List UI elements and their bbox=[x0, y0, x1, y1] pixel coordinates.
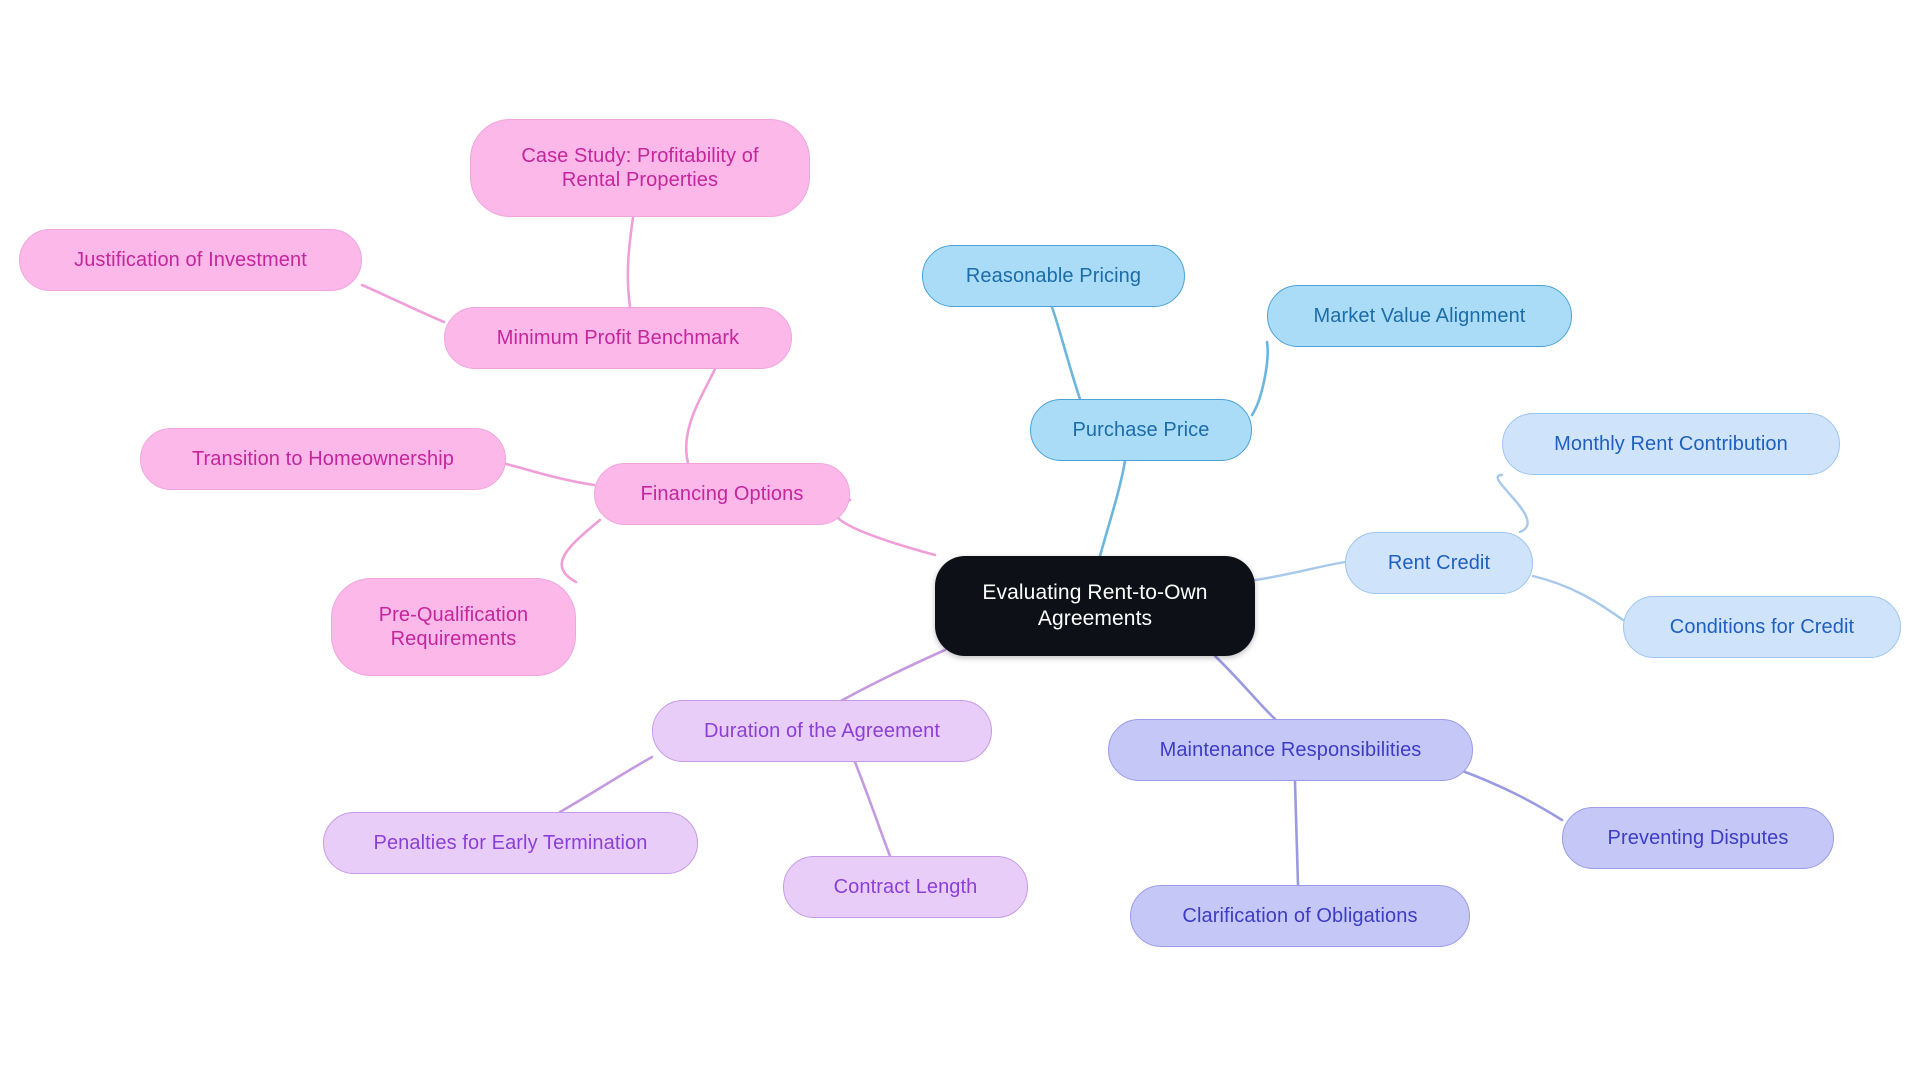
mindmap-node-preventing-disputes[interactable]: Preventing Disputes bbox=[1562, 807, 1834, 869]
mindmap-edge bbox=[504, 462, 596, 487]
mindmap-node-case-study-profitability[interactable]: Case Study: Profitability of Rental Prop… bbox=[470, 119, 810, 217]
mindmap-edge bbox=[1458, 768, 1564, 822]
mindmap-edge bbox=[360, 283, 446, 324]
mindmap-node-label: Reasonable Pricing bbox=[965, 264, 1142, 287]
mindmap-edge bbox=[853, 760, 892, 858]
mindmap-edge bbox=[1250, 340, 1269, 417]
mindmap-node-conditions-for-credit[interactable]: Conditions for Credit bbox=[1623, 596, 1901, 658]
mindmap-edge bbox=[1496, 473, 1529, 534]
mindmap-node-rent-credit[interactable]: Rent Credit bbox=[1345, 532, 1533, 594]
mindmap-node-label: Case Study: Profitability of Rental Prop… bbox=[521, 144, 759, 191]
mindmap-edge bbox=[684, 367, 717, 465]
mindmap-edge bbox=[832, 498, 937, 557]
mindmap-node-label: Clarification of Obligations bbox=[1182, 904, 1418, 927]
mindmap-node-label: Pre-Qualification Requirements bbox=[378, 603, 529, 650]
mindmap-node-monthly-rent-contribution[interactable]: Monthly Rent Contribution bbox=[1502, 413, 1840, 475]
mindmap-canvas: Evaluating Rent-to-Own Agreements Reasona… bbox=[0, 0, 1920, 1083]
mindmap-edge bbox=[1213, 654, 1277, 721]
mindmap-node-penalties-for-early-termination[interactable]: Penalties for Early Termination bbox=[323, 812, 698, 874]
mindmap-edge bbox=[1098, 459, 1127, 558]
mindmap-node-label: Evaluating Rent-to-Own Agreements bbox=[982, 581, 1208, 630]
mindmap-edge bbox=[1253, 560, 1347, 582]
mindmap-node-label: Preventing Disputes bbox=[1607, 826, 1789, 849]
mindmap-node-root[interactable]: Evaluating Rent-to-Own Agreements bbox=[935, 556, 1255, 656]
mindmap-node-label: Transition to Homeownership bbox=[191, 447, 455, 470]
mindmap-node-financing-options[interactable]: Financing Options bbox=[594, 463, 850, 525]
mindmap-node-label: Purchase Price bbox=[1072, 418, 1210, 441]
mindmap-node-label: Maintenance Responsibilities bbox=[1159, 738, 1422, 761]
mindmap-node-label: Conditions for Credit bbox=[1669, 615, 1855, 638]
mindmap-edge bbox=[828, 648, 947, 709]
mindmap-edge bbox=[560, 518, 602, 584]
mindmap-node-label: Minimum Profit Benchmark bbox=[496, 326, 740, 349]
mindmap-node-label: Penalties for Early Termination bbox=[373, 831, 648, 854]
mindmap-node-label: Rent Credit bbox=[1387, 551, 1491, 574]
mindmap-node-maintenance-responsibilities[interactable]: Maintenance Responsibilities bbox=[1108, 719, 1473, 781]
mindmap-node-label: Monthly Rent Contribution bbox=[1554, 432, 1788, 455]
mindmap-node-minimum-profit-benchmark[interactable]: Minimum Profit Benchmark bbox=[444, 307, 792, 369]
mindmap-edge bbox=[1050, 305, 1082, 401]
mindmap-node-clarification-of-obligations[interactable]: Clarification of Obligations bbox=[1130, 885, 1470, 947]
mindmap-node-purchase-price[interactable]: Purchase Price bbox=[1030, 399, 1252, 461]
mindmap-node-label: Duration of the Agreement bbox=[704, 719, 940, 742]
mindmap-edge bbox=[558, 755, 654, 814]
mindmap-node-duration-of-the-agreement[interactable]: Duration of the Agreement bbox=[652, 700, 992, 762]
mindmap-node-label: Contract Length bbox=[833, 875, 978, 898]
edge-layer bbox=[360, 215, 1625, 887]
mindmap-node-justification-of-investment[interactable]: Justification of Investment bbox=[19, 229, 362, 291]
mindmap-node-pre-qualification-requirements[interactable]: Pre-Qualification Requirements bbox=[331, 578, 576, 676]
mindmap-node-contract-length[interactable]: Contract Length bbox=[783, 856, 1028, 918]
mindmap-edge bbox=[1293, 779, 1300, 887]
mindmap-edge bbox=[626, 215, 635, 309]
mindmap-node-label: Financing Options bbox=[640, 482, 804, 505]
mindmap-node-label: Market Value Alignment bbox=[1313, 304, 1526, 327]
mindmap-node-transition-to-homeownership[interactable]: Transition to Homeownership bbox=[140, 428, 506, 490]
mindmap-node-market-value-alignment[interactable]: Market Value Alignment bbox=[1267, 285, 1572, 347]
mindmap-edge bbox=[1531, 574, 1625, 622]
mindmap-node-label: Justification of Investment bbox=[74, 248, 307, 271]
mindmap-node-reasonable-pricing[interactable]: Reasonable Pricing bbox=[922, 245, 1185, 307]
